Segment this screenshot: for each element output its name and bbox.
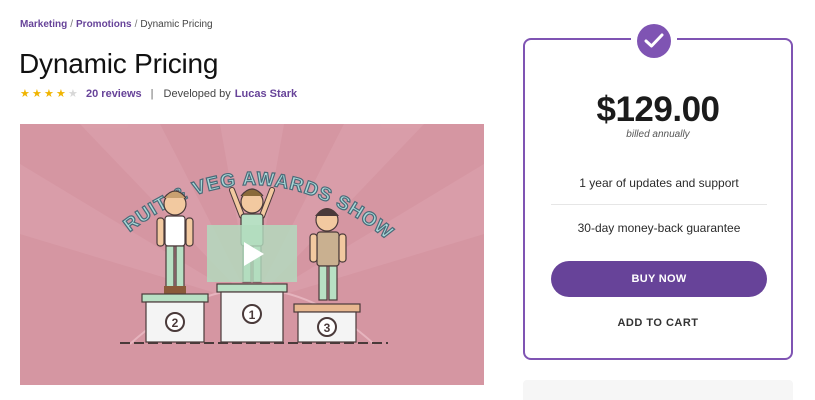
checkmark-icon xyxy=(637,24,671,58)
star-filled-icon: ★ xyxy=(44,87,54,100)
podium-number-2: 2 xyxy=(172,316,179,330)
developer-link[interactable]: Lucas Stark xyxy=(235,88,297,100)
add-to-cart-button[interactable]: ADD TO CART xyxy=(525,317,791,329)
meta-divider: | xyxy=(150,88,154,100)
price: $129.00 xyxy=(596,90,720,129)
star-filled-icon: ★ xyxy=(32,87,42,100)
star-rating: ★ ★ ★ ★ ★ xyxy=(20,87,80,100)
buy-now-button[interactable]: BUY NOW xyxy=(551,261,767,297)
podium-number-1: 1 xyxy=(249,308,256,322)
product-video[interactable]: FRUIT & VEG AWARDS SHOW xyxy=(20,124,484,385)
play-button[interactable] xyxy=(207,225,297,282)
star-filled-icon: ★ xyxy=(20,87,30,100)
feature-divider xyxy=(551,204,767,205)
breadcrumb-separator: / xyxy=(134,19,138,30)
breadcrumb-current: Dynamic Pricing xyxy=(140,19,213,30)
product-meta: ★ ★ ★ ★ ★ 20 reviews | Developed by Luca… xyxy=(20,88,297,100)
podium-second: 2 xyxy=(141,293,209,343)
podium-third: 3 xyxy=(293,303,361,343)
secondary-panel xyxy=(523,380,793,400)
billing-period: billed annually xyxy=(626,129,690,140)
reviews-link[interactable]: 20 reviews xyxy=(86,88,142,100)
podium-first: 1 xyxy=(216,283,288,343)
pricing-card: $129.00 billed annually 1 year of update… xyxy=(523,38,793,360)
star-filled-icon: ★ xyxy=(56,87,66,100)
star-empty-icon: ★ xyxy=(68,87,78,100)
breadcrumb-link-marketing[interactable]: Marketing xyxy=(20,19,67,30)
podium-number-3: 3 xyxy=(324,321,331,335)
play-icon xyxy=(244,241,264,266)
breadcrumb-separator: / xyxy=(70,19,74,30)
feature-guarantee: 30-day money-back guarantee xyxy=(577,221,741,235)
breadcrumb: Marketing / Promotions / Dynamic Pricing xyxy=(20,19,213,30)
pricing-badge xyxy=(631,21,677,61)
developed-by-label: Developed by xyxy=(163,88,231,100)
page-title: Dynamic Pricing xyxy=(19,48,219,79)
feature-updates: 1 year of updates and support xyxy=(579,176,739,190)
breadcrumb-link-promotions[interactable]: Promotions xyxy=(76,19,132,30)
